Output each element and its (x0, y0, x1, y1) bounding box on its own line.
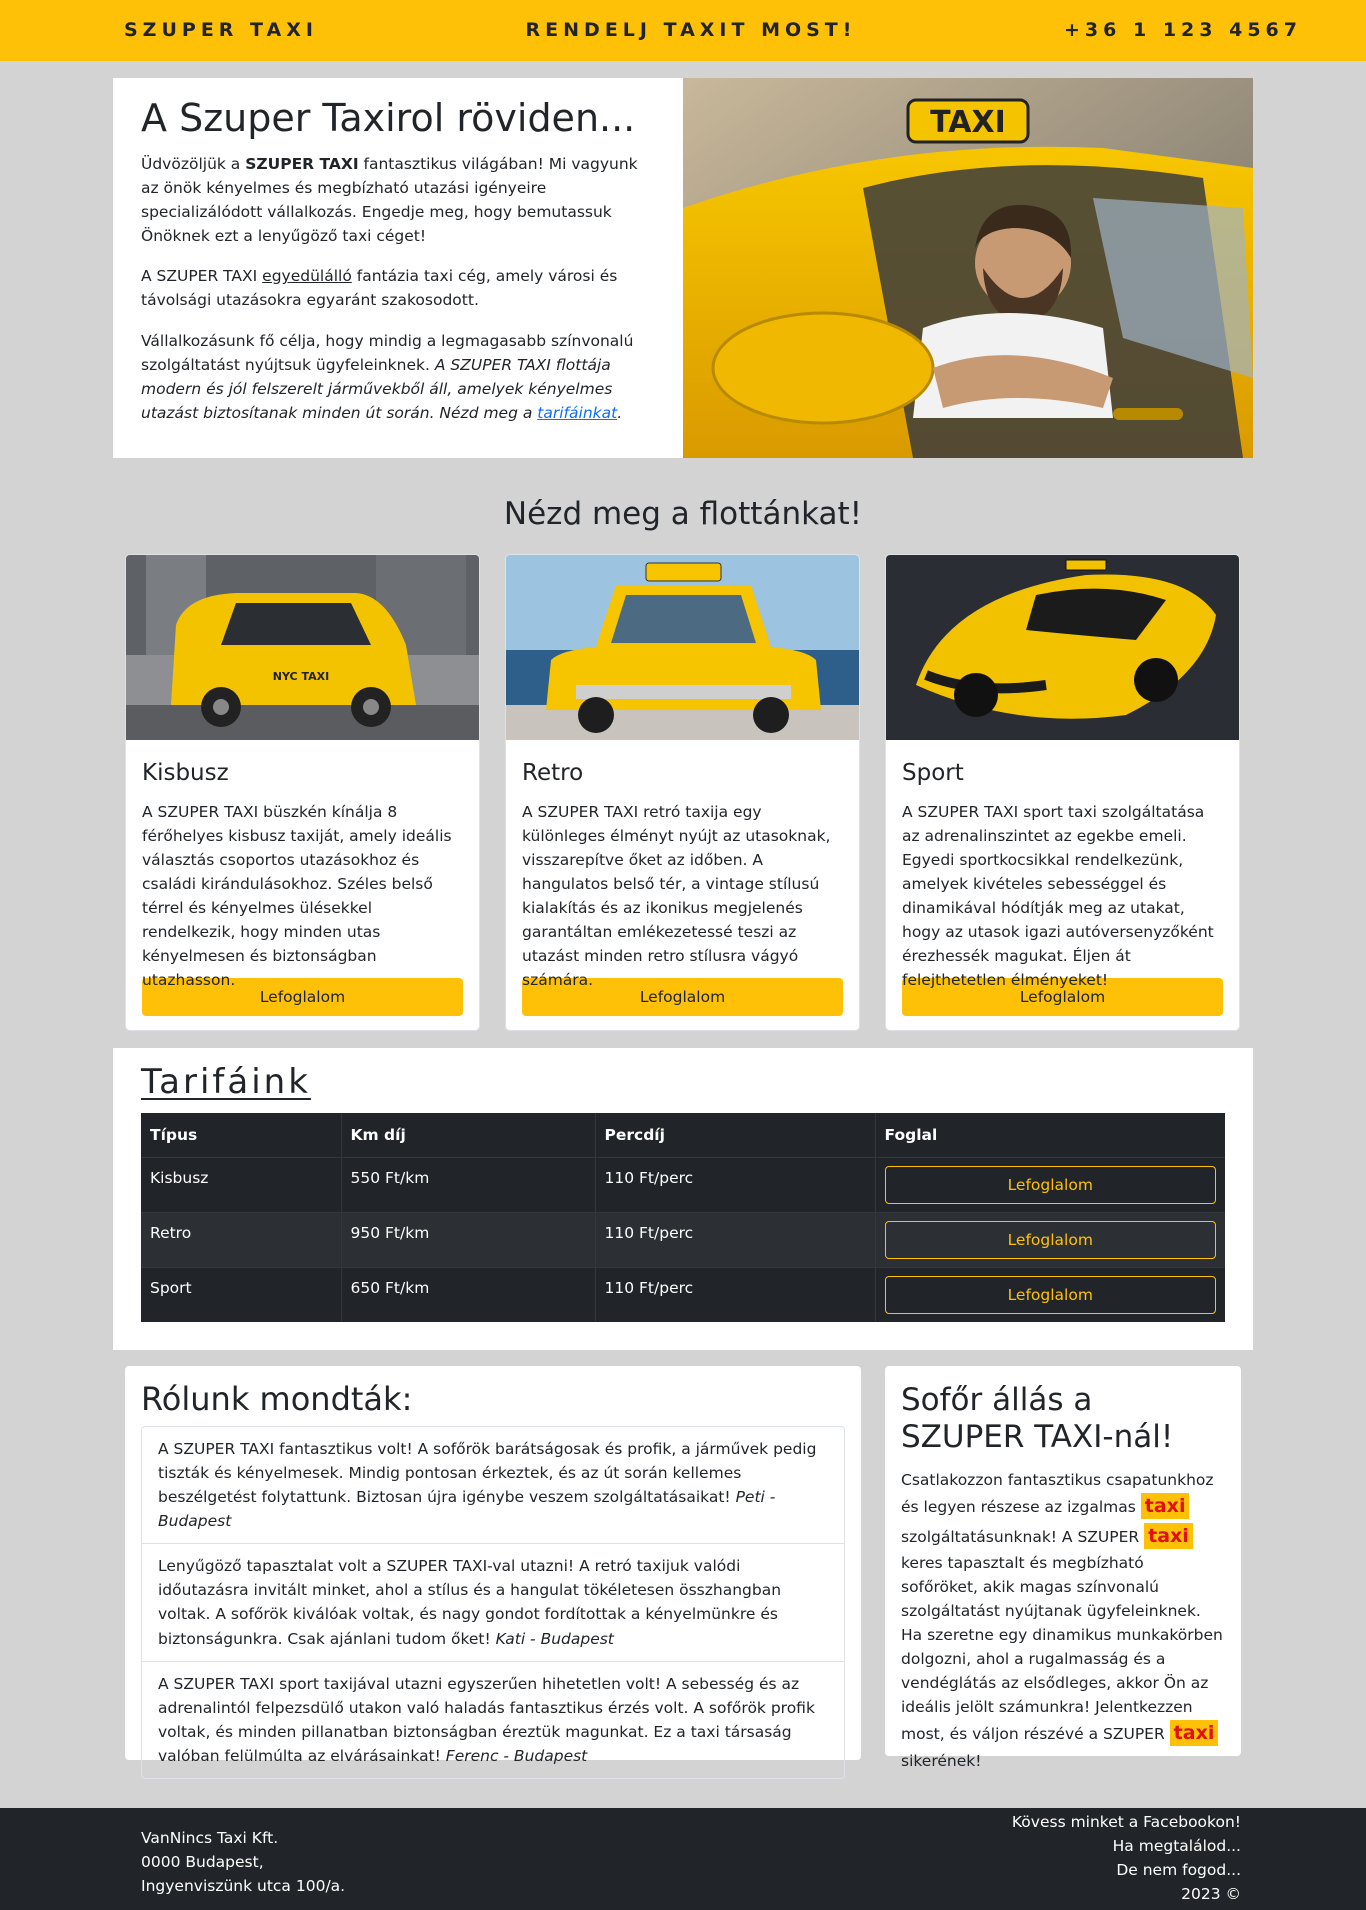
tariffs-link[interactable]: tarifáinkat (537, 404, 617, 422)
column-header: Típus (141, 1112, 341, 1158)
reviews-section: Rólunk mondták: A SZUPER TAXI fantasztik… (125, 1366, 861, 1779)
cell-min: 110 Ft/perc (594, 1156, 875, 1213)
intro-paragraph-2: A SZUPER TAXI egyedülálló fantázia taxi … (141, 267, 618, 310)
intro-title: A Szuper Taxirol röviden... (141, 96, 636, 140)
driver-job-section: Sofőr állás a SZUPER TAXI-nál! Csatlakoz… (885, 1366, 1241, 1770)
intro-text: A Szuper Taxirol röviden... Üdvözöljük a… (113, 78, 683, 458)
highlight-word: taxi (1140, 1493, 1190, 1520)
company-city: 0000 Budapest, (141, 1853, 264, 1872)
footer: VanNincs Taxi Kft. 0000 Budapest, Ingyen… (0, 1808, 1366, 1910)
brand-logo[interactable]: SZUPER TAXI (124, 16, 318, 45)
order-taxi-link[interactable]: RENDELJ TAXIT MOST! (526, 16, 857, 45)
copyright: 2023 © (1181, 1885, 1241, 1904)
cell-km: 650 Ft/km (340, 1266, 595, 1323)
table-row: Sport 650 Ft/km 110 Ft/perc Lefoglalom (141, 1266, 1225, 1323)
svg-text:TAXI: TAXI (930, 105, 1006, 140)
top-navbar: SZUPER TAXI RENDELJ TAXIT MOST! +36 1 12… (0, 0, 1366, 61)
review-author: Kati - Budapest (495, 1629, 614, 1648)
facebook-link[interactable]: Kövess minket a Facebookon! (1012, 1810, 1241, 1834)
card-text: A SZUPER TAXI sport taxi szolgáltatása a… (902, 802, 1214, 989)
cell-km: 550 Ft/km (340, 1156, 595, 1213)
column-header: Km díj (340, 1112, 595, 1158)
svg-text:NYC TAXI: NYC TAXI (273, 670, 329, 683)
review-author: Ferenc - Budapest (445, 1746, 588, 1765)
job-text: Csatlakozzon fantasztikus csapatunkhoz é… (901, 1471, 1223, 1770)
card-title: Sport (902, 760, 964, 786)
book-button[interactable]: Lefoglalom (884, 1275, 1216, 1314)
cell-type: Sport (141, 1266, 341, 1323)
card-title: Kisbusz (142, 760, 229, 786)
company-name: VanNincs Taxi Kft. (141, 1829, 279, 1847)
company-street: Ingyenviszünk utca 100/a. (141, 1877, 346, 1896)
highlight-word: taxi (1144, 1522, 1193, 1549)
card-title: Retro (522, 760, 584, 786)
cell-type: Kisbusz (141, 1156, 341, 1213)
intro-paragraph-1: Üdvözöljük a SZUPER TAXI fantasztikus vi… (141, 154, 638, 246)
tariffs-section: Tarifáink Típus Km díj Percdíj Foglal Ki… (113, 1048, 1253, 1350)
tariffs-title: Tarifáink (141, 1062, 311, 1102)
card-text: A SZUPER TAXI retró taxija egy különlege… (522, 802, 831, 989)
cell-km: 950 Ft/km (340, 1211, 595, 1268)
taxi-driver-image: TAXI (683, 78, 1253, 458)
fleet-title: Nézd meg a flottánkat! (503, 496, 863, 532)
retro-taxi-image (506, 555, 859, 740)
cell-min: 110 Ft/perc (594, 1266, 875, 1323)
footer-line: Ha megtalálod... (1112, 1837, 1241, 1856)
list-item: A SZUPER TAXI fantasztikus volt! A sofőr… (158, 1440, 817, 1531)
list-item: A SZUPER TAXI sport taxijával utazni egy… (142, 1660, 844, 1778)
highlight-word: taxi (1169, 1720, 1219, 1747)
fleet-card-retro: Retro A SZUPER TAXI retró taxija egy kül… (505, 554, 860, 1031)
intro-section: A Szuper Taxirol röviden... Üdvözöljük a… (113, 78, 1253, 458)
book-button[interactable]: Lefoglalom (884, 1165, 1216, 1204)
footer-address: VanNincs Taxi Kft. 0000 Budapest, Ingyen… (141, 1826, 345, 1898)
column-header: Foglal (874, 1112, 1225, 1158)
phone-number[interactable]: +36 1 123 4567 (1064, 16, 1302, 45)
table-row: Retro 950 Ft/km 110 Ft/perc Lefoglalom (141, 1211, 1225, 1268)
job-title: Sofőr állás a SZUPER TAXI-nál! (901, 1382, 1174, 1456)
column-header: Percdíj (594, 1112, 875, 1158)
cell-min: 110 Ft/perc (594, 1211, 875, 1268)
footer-social: Kövess minket a Facebookon! Ha megtalálo… (1012, 1810, 1241, 1906)
sport-taxi-image (886, 555, 1239, 740)
reviews-title: Rólunk mondták: (141, 1380, 413, 1418)
footer-line: De nem fogod... (1116, 1861, 1241, 1880)
minivan-taxi-image: NYC TAXI (126, 555, 479, 740)
fleet-card-kisbusz: NYC TAXI Kisbusz A SZUPER TAXI büszkén k… (125, 554, 480, 1031)
card-text: A SZUPER TAXI büszkén kínálja 8 férőhely… (142, 802, 452, 989)
table-row: Kisbusz 550 Ft/km 110 Ft/perc Lefoglalom (141, 1156, 1225, 1213)
fleet-card-sport: Sport A SZUPER TAXI sport taxi szolgálta… (885, 554, 1240, 1031)
intro-paragraph-3: Vállalkozásunk fő célja, hogy mindig a l… (141, 331, 634, 423)
tariffs-table: Típus Km díj Percdíj Foglal Kisbusz 550 … (141, 1112, 1225, 1323)
list-item: Lenyűgöző tapasztalat volt a SZUPER TAXI… (142, 1543, 844, 1660)
cell-type: Retro (141, 1211, 341, 1268)
book-button[interactable]: Lefoglalom (884, 1220, 1216, 1259)
reviews-list: A SZUPER TAXI fantasztikus volt! A sofőr… (141, 1426, 845, 1779)
